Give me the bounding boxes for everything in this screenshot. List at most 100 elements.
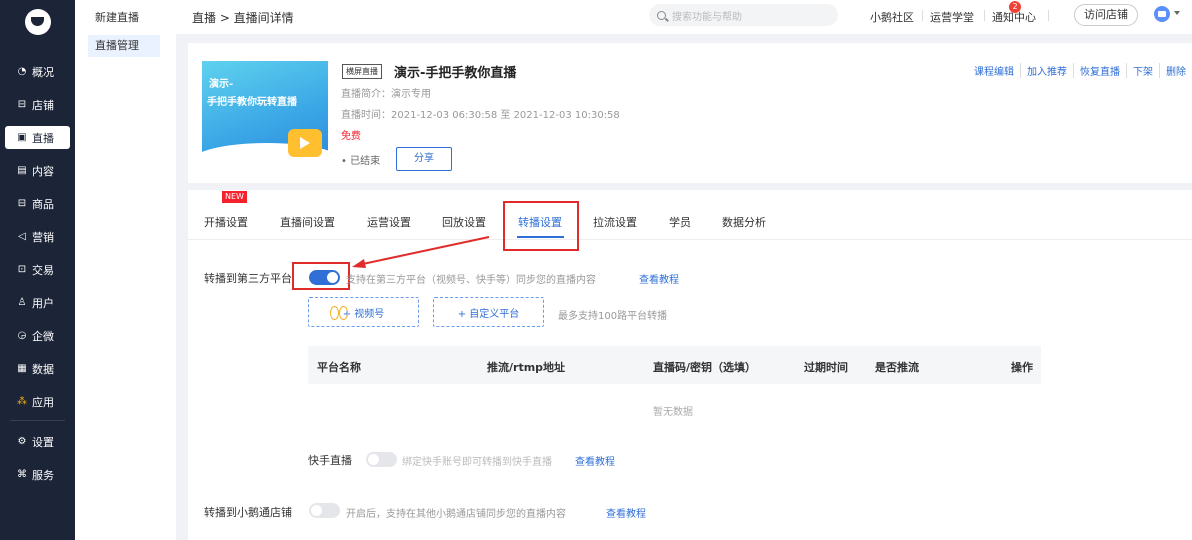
- add-channels-button[interactable]: + 视频号: [308, 297, 419, 327]
- nav-item-service[interactable]: ⌘ 服务: [0, 458, 75, 491]
- live-title: 演示-手把手教你直播: [394, 66, 517, 81]
- kuaishou-help-text: 绑定快手账号即可转播到快手直播: [402, 457, 552, 468]
- nav-label: 设置: [32, 435, 54, 449]
- breadcrumb: 直播 > 直播间详情: [192, 10, 294, 25]
- user-icon: ♙: [17, 297, 27, 308]
- xiaoe-help-text: 开启后，支持在其他小鹅通店铺同步您的直播内容: [346, 509, 566, 520]
- goods-icon: ⊟: [17, 198, 27, 209]
- live-status: • 已结束: [341, 156, 381, 167]
- nav-item-wecom[interactable]: ◶ 企微: [0, 319, 75, 352]
- th-expire-time: 过期时间: [804, 361, 848, 374]
- nav-label: 概况: [32, 65, 54, 79]
- nav-item-live[interactable]: ▣ 直播: [5, 126, 70, 149]
- take-down-link[interactable]: 下架: [1126, 63, 1159, 78]
- kuaishou-label: 快手直播: [308, 454, 352, 467]
- wecom-icon: ◶: [17, 330, 27, 341]
- academy-link[interactable]: 运营学堂: [930, 9, 974, 25]
- xiaoe-relay-toggle[interactable]: [309, 503, 340, 518]
- new-badge: NEW: [222, 191, 247, 203]
- kuaishou-tutorial-link[interactable]: 查看教程: [575, 453, 615, 468]
- nav-item-data[interactable]: ▦ 数据: [0, 352, 75, 385]
- nav-label: 店铺: [32, 98, 54, 112]
- subnav-new-live[interactable]: 新建直播: [75, 7, 176, 29]
- tab-broadcast-settings[interactable]: 开播设置: [204, 214, 248, 230]
- nav-label: 直播: [32, 131, 54, 145]
- annotation-arrow: [352, 236, 490, 268]
- tab-pull-settings[interactable]: 拉流设置: [593, 214, 637, 230]
- delete-link[interactable]: 删除: [1159, 63, 1192, 78]
- service-icon: ⌘: [17, 469, 27, 480]
- nav-item-user[interactable]: ♙ 用户: [0, 286, 75, 319]
- tab-students[interactable]: 学员: [669, 214, 691, 230]
- nav-label: 用户: [32, 296, 54, 310]
- sub-nav: 新建直播 直播管理: [75, 0, 176, 540]
- apps-icon: ⁂: [17, 396, 27, 407]
- tab-room-settings[interactable]: 直播间设置: [280, 214, 335, 230]
- divider: [922, 10, 923, 21]
- data-icon: ▦: [17, 363, 27, 374]
- edit-course-link[interactable]: 课程编辑: [968, 63, 1020, 78]
- nav-item-trade[interactable]: ⊡ 交易: [0, 253, 75, 286]
- nav-label: 内容: [32, 164, 54, 178]
- settings-tabs: NEW 开播设置 直播间设置 运营设置 回放设置 转播设置 拉流设置 学员 数据…: [188, 190, 1192, 240]
- nav-item-marketing[interactable]: ◁ 营销: [0, 220, 75, 253]
- community-link[interactable]: 小鹅社区: [870, 9, 914, 25]
- chevron-down-icon[interactable]: [1174, 11, 1180, 15]
- divider: [984, 10, 985, 21]
- add-recommend-link[interactable]: 加入推荐: [1020, 63, 1073, 78]
- subnav-live-manage[interactable]: 直播管理: [88, 35, 160, 57]
- search-icon: [657, 10, 666, 20]
- th-is-pushing: 是否推流: [875, 361, 919, 374]
- live-time: 直播时间：2021-12-03 06:30:58 至 2021-12-03 10…: [341, 110, 620, 121]
- nav-label: 服务: [32, 468, 54, 482]
- nav-label: 数据: [32, 362, 54, 376]
- gear-icon: ⚙: [17, 436, 27, 447]
- relay-limit-note: 最多支持100路平台转播: [558, 311, 668, 322]
- nav-item-goods[interactable]: ⊟ 商品: [0, 187, 75, 220]
- kuaishou-toggle[interactable]: [366, 452, 397, 467]
- visit-store-button[interactable]: 访问店铺: [1074, 4, 1138, 26]
- live-actions: 课程编辑 加入推荐 恢复直播 下架 删除: [968, 63, 1192, 78]
- avatar[interactable]: [1154, 6, 1170, 22]
- notice-count-badge: 2: [1009, 1, 1021, 13]
- xiaoe-relay-label: 转播到小鹅通店铺: [204, 506, 292, 519]
- top-bar: 直播 > 直播间详情 搜索功能与帮助 小鹅社区 运营学堂 通知中心 2 访问店铺: [176, 0, 1192, 34]
- main-nav: ◔ 概况 ⊟ 店铺 ▣ 直播 ▤ 内容 ⊟ 商品 ◁ 营销 ⊡ 交易 ♙ 用户 ◶ 企微 ▦ 数据 …: [0, 0, 75, 540]
- trade-icon: ⊡: [17, 264, 27, 275]
- nav-item-overview[interactable]: ◔ 概况: [0, 55, 75, 88]
- nav-item-settings[interactable]: ⚙ 设置: [0, 425, 75, 458]
- nav-item-store[interactable]: ⊟ 店铺: [0, 88, 75, 121]
- xiaoe-tutorial-link[interactable]: 查看教程: [606, 505, 646, 520]
- tab-replay-settings[interactable]: 回放设置: [442, 214, 486, 230]
- tab-data-analysis[interactable]: 数据分析: [722, 214, 766, 230]
- divider: [1048, 10, 1049, 21]
- logo-icon[interactable]: [25, 9, 51, 35]
- live-price: 免费: [341, 131, 361, 142]
- nav-list: ◔ 概况 ⊟ 店铺 ▣ 直播 ▤ 内容 ⊟ 商品 ◁ 营销 ⊡ 交易 ♙ 用户 ◶ 企微 ▦ 数据 …: [0, 55, 75, 491]
- relay-table-header: 平台名称 推流/rtmp地址 直播码/密钥（选填） 过期时间 是否推流 操作: [308, 346, 1041, 384]
- nav-item-content[interactable]: ▤ 内容: [0, 154, 75, 187]
- nav-item-apps[interactable]: ⁂ 应用: [0, 385, 75, 418]
- cover-text-2: 手把手教你玩转直播: [207, 97, 297, 108]
- relay-tutorial-link[interactable]: 查看教程: [639, 271, 679, 286]
- restore-live-link[interactable]: 恢复直播: [1073, 63, 1126, 78]
- relay-help-text: 支持在第三方平台（视频号、快手等）同步您的直播内容: [346, 275, 596, 286]
- relay-toggle[interactable]: [309, 270, 340, 285]
- nav-label: 应用: [32, 395, 54, 409]
- nav-label: 营销: [32, 230, 54, 244]
- search-input[interactable]: 搜索功能与帮助: [649, 4, 838, 26]
- live-icon: ▣: [17, 132, 27, 143]
- nav-label: 企微: [32, 329, 54, 343]
- live-intro: 直播简介：演示专用: [341, 89, 431, 100]
- add-custom-platform-button[interactable]: + 自定义平台: [433, 297, 544, 327]
- th-actions: 操作: [1011, 361, 1033, 374]
- settings-panel: NEW 开播设置 直播间设置 运营设置 回放设置 转播设置 拉流设置 学员 数据…: [188, 190, 1192, 540]
- share-button[interactable]: 分享: [396, 147, 452, 171]
- live-info-card: 演示- 手把手教你玩转直播 横屏直播 演示-手把手教你直播 直播简介：演示专用 …: [188, 43, 1192, 183]
- nav-label: 商品: [32, 197, 54, 211]
- tab-operation-settings[interactable]: 运营设置: [367, 214, 411, 230]
- th-platform-name: 平台名称: [317, 361, 361, 374]
- th-rtmp-address: 推流/rtmp地址: [487, 361, 566, 374]
- live-cover-image: 演示- 手把手教你玩转直播: [202, 61, 328, 167]
- relay-label: 转播到第三方平台: [204, 272, 292, 285]
